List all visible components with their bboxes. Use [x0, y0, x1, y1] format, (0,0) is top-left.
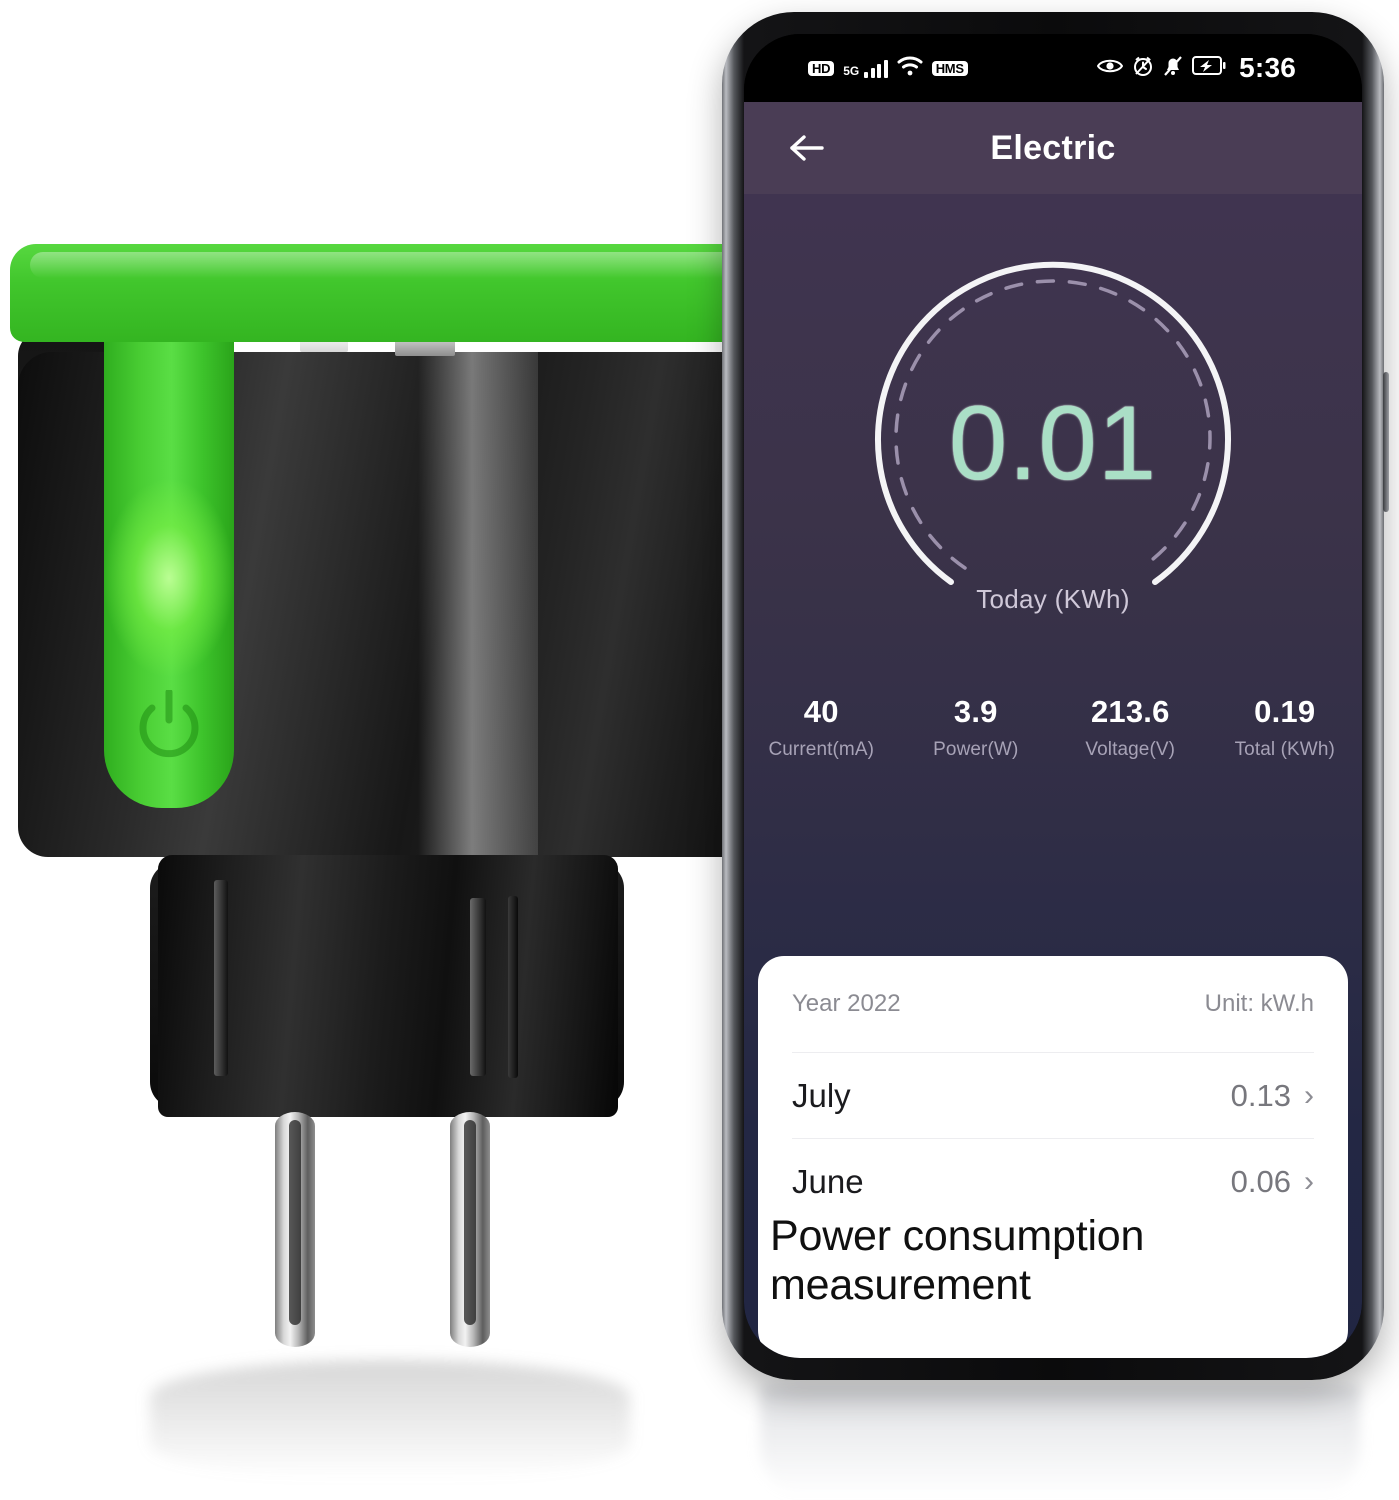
marketing-caption: Power consumption measurement	[770, 1212, 1310, 1309]
plug-pin-right-shading	[464, 1120, 476, 1325]
month-value-group: 0.13 ›	[1231, 1078, 1314, 1114]
5g-signal-icon	[864, 58, 888, 78]
metrics-row: 40 Current(mA) 3.9 Power(W) 213.6 Voltag…	[744, 694, 1362, 761]
metric-power: 3.9 Power(W)	[899, 694, 1054, 761]
status-bar-right-icons: 5:36	[1097, 52, 1296, 84]
smart-plug-product-photo	[0, 0, 805, 1500]
list-item[interactable]: July 0.13 ›	[792, 1052, 1314, 1138]
metric-current-value: 40	[803, 694, 839, 729]
app-header: Electric	[744, 102, 1362, 194]
app-content: 0.01 Today (KWh) 40 Current(mA) 3.9 Powe…	[744, 194, 1362, 1358]
gauge-label: Today (KWh)	[976, 584, 1130, 614]
metric-current-label: Current(mA)	[768, 739, 875, 760]
metric-total-label: Total (KWh)	[1234, 739, 1335, 760]
hms-badge-icon: HMS	[931, 60, 968, 76]
month-label: July	[792, 1076, 851, 1114]
plug-cap-highlight	[30, 252, 760, 278]
eye-icon	[1097, 57, 1124, 80]
wifi-icon	[897, 56, 923, 81]
plug-barrel-slot-left	[214, 880, 228, 1076]
month-value: 0.06	[1230, 1163, 1291, 1199]
status-bar-left-icons: HD 5G HMS	[808, 56, 968, 81]
month-value-group: 0.06 ›	[1231, 1164, 1314, 1200]
metric-voltage: 213.6 Voltage(V)	[1053, 694, 1208, 761]
card-header: Year 2022 Unit: kW.h	[792, 956, 1314, 1052]
phone-power-button[interactable]	[1383, 372, 1389, 512]
5g-label-icon: 5G	[843, 63, 860, 78]
metric-power-value: 3.9	[953, 694, 998, 729]
metric-total-value: 0.19	[1254, 694, 1316, 729]
chevron-right-icon[interactable]: ›	[1304, 1166, 1314, 1197]
back-arrow-icon[interactable]	[786, 126, 830, 170]
power-icon[interactable]	[138, 688, 200, 762]
metric-voltage-value: 213.6	[1090, 694, 1170, 729]
battery-charging-icon	[1192, 56, 1226, 80]
plug-body-highlight	[418, 352, 538, 857]
mute-bell-icon	[1163, 55, 1183, 82]
metric-total: 0.19 Total (KWh)	[1208, 694, 1363, 761]
energy-gauge: 0.01 Today (KWh)	[833, 216, 1273, 626]
month-label: June	[792, 1162, 864, 1200]
card-year-label: Year 2022	[792, 990, 901, 1017]
metric-power-label: Power(W)	[933, 739, 1019, 760]
metric-current: 40 Current(mA)	[744, 694, 899, 761]
plug-barrel-slot-right	[470, 898, 486, 1076]
caption-line-2: measurement	[770, 1260, 1031, 1309]
chevron-right-icon[interactable]: ›	[1304, 1080, 1314, 1111]
card-unit-label: Unit: kW.h	[1204, 990, 1314, 1017]
phone-screen: HD 5G HMS 5:36 Electric 0.01 Today (KWh)…	[744, 34, 1362, 1358]
gauge-value: 0.01	[948, 385, 1158, 502]
plug-reflection	[150, 1360, 630, 1480]
plug-barrel-slot-right-inner	[508, 896, 518, 1078]
phone-reflection	[760, 1385, 1360, 1497]
alarm-icon	[1132, 55, 1154, 82]
page-title: Electric	[990, 128, 1116, 167]
plug-pin-left-shading	[289, 1120, 301, 1325]
status-bar-clock: 5:36	[1239, 52, 1296, 83]
smartphone-mockup: HD 5G HMS 5:36 Electric 0.01 Today (KWh)…	[722, 12, 1389, 1380]
hd-badge-icon: HD	[808, 60, 835, 76]
metric-voltage-label: Voltage(V)	[1085, 739, 1176, 760]
caption-line-1: Power consumption	[770, 1212, 1145, 1260]
status-bar: HD 5G HMS 5:36	[744, 34, 1362, 102]
month-value: 0.13	[1230, 1077, 1291, 1113]
